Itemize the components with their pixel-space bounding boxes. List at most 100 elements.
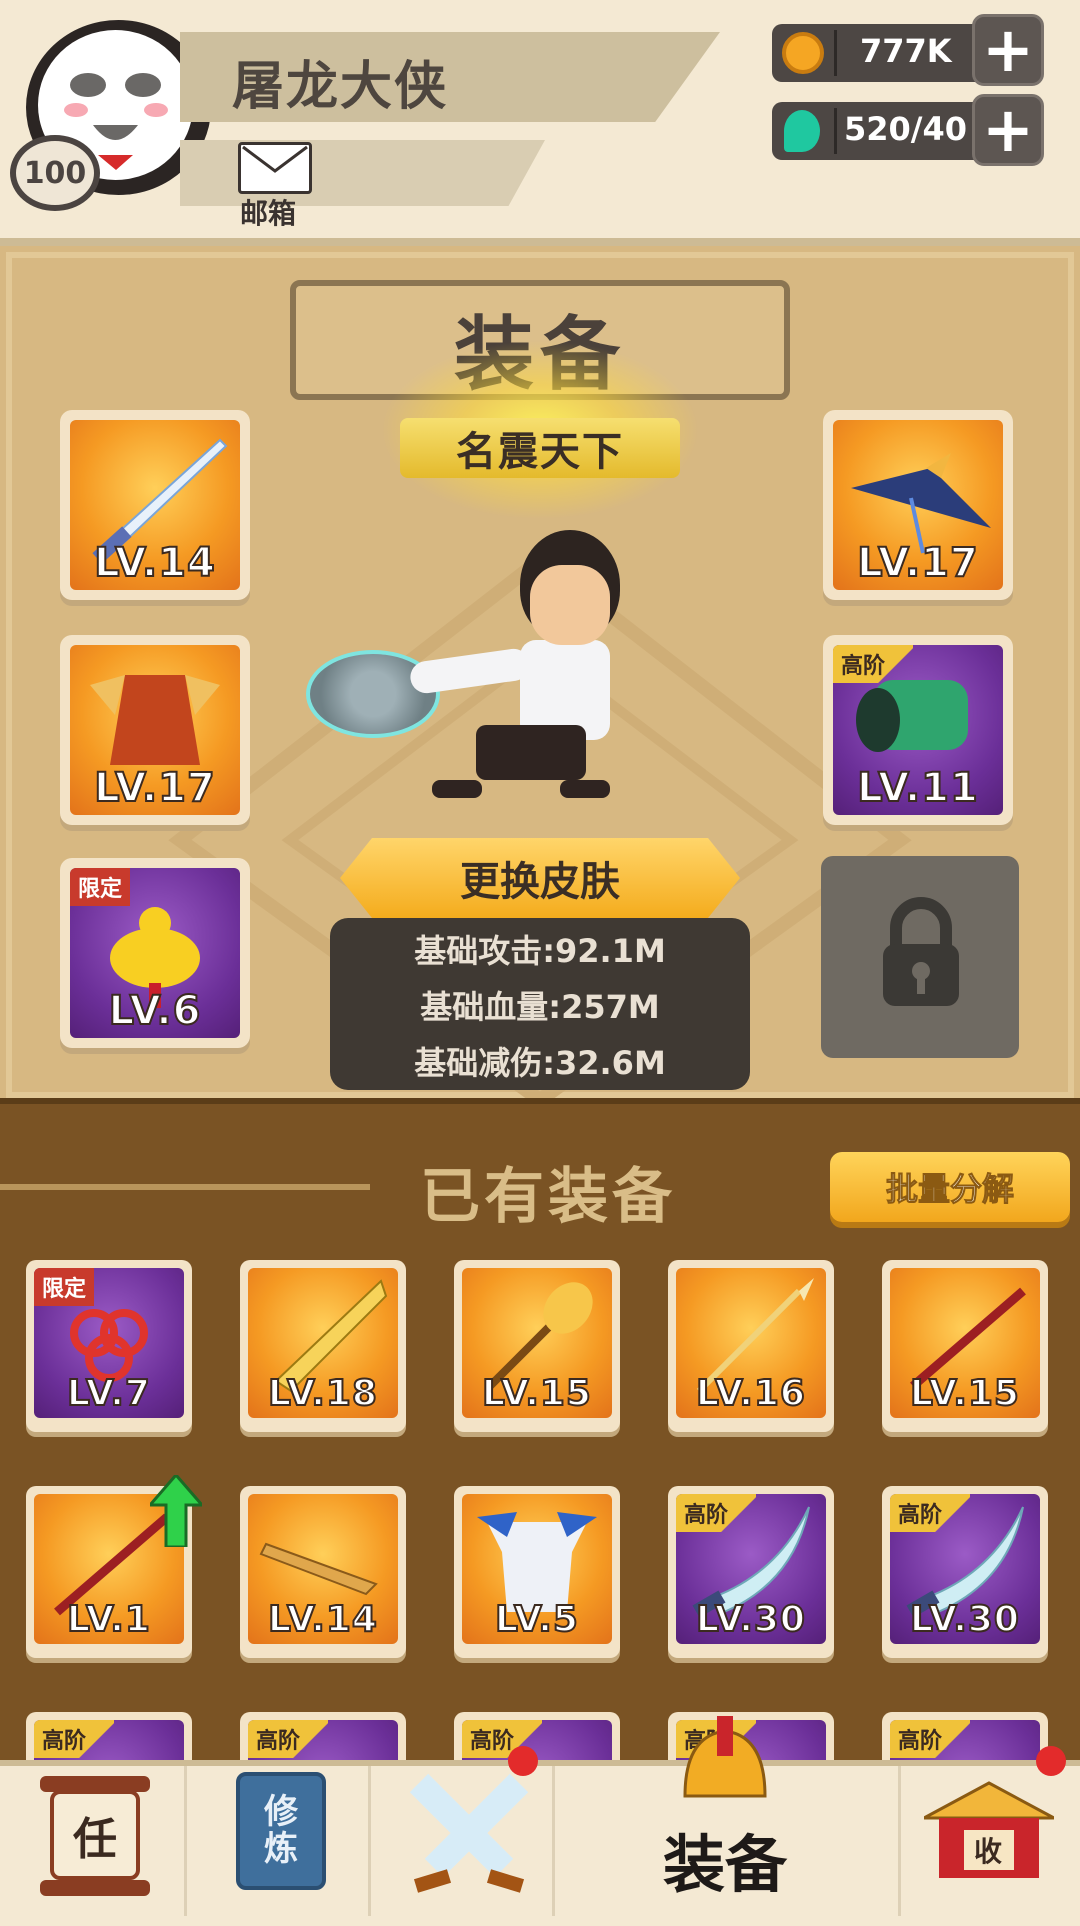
locked-slot[interactable] (821, 856, 1019, 1058)
item-level: LV.1 (66, 1598, 151, 1641)
equip-slot-armor[interactable]: LV.17 (60, 635, 250, 825)
notification-dot (1036, 1746, 1066, 1776)
scroll-rod-icon (40, 1880, 150, 1896)
base-stats-box: 基础攻击:92.1M 基础血量:257M 基础减伤:32.6M (330, 918, 750, 1090)
slot-background: 高阶 LV.11 (833, 645, 1003, 815)
advanced-tag: 高阶 (34, 1720, 114, 1758)
slot-background: LV.15 (890, 1268, 1040, 1418)
nav-equip-label: 装备 (662, 1828, 787, 1901)
owned-item[interactable]: 高阶 LV.30 (668, 1486, 834, 1658)
upgrade-arrow-icon (150, 1475, 202, 1547)
advanced-tag: 高阶 (890, 1494, 970, 1532)
add-coins-button[interactable]: + (972, 14, 1044, 86)
advanced-tag: 高阶 (890, 1720, 970, 1758)
owned-item[interactable]: LV.5 (454, 1486, 620, 1658)
gem-icon (784, 110, 820, 152)
item-level: LV.18 (267, 1372, 378, 1415)
slot-level: LV.14 (93, 539, 216, 587)
hat-icon (851, 453, 991, 554)
equip-slot-bracer[interactable]: 高阶 LV.11 (823, 635, 1013, 825)
coin-amount: 777K (860, 32, 952, 70)
mail-label[interactable]: 邮箱 (240, 192, 296, 232)
slot-level: LV.17 (93, 764, 216, 812)
nav-equip-button[interactable]: 装备 (640, 1716, 810, 1916)
slot-background: LV.5 (462, 1494, 612, 1644)
advanced-tag: 高阶 (248, 1720, 328, 1758)
character-foot-right (560, 780, 610, 798)
slot-level: LV.17 (856, 539, 979, 587)
base-hp-stat: 基础血量:257M (420, 988, 660, 1026)
mail-plate (180, 140, 545, 206)
book-cultivate-icon: 修 炼 (236, 1772, 326, 1890)
player-name: 屠龙大侠 (232, 57, 449, 117)
owned-item[interactable]: LV.16 (668, 1260, 834, 1432)
slot-background: LV.14 (70, 420, 240, 590)
slot-background: LV.17 (833, 420, 1003, 590)
lock-icon (883, 897, 959, 1006)
coin-icon (782, 32, 824, 74)
item-level: LV.16 (695, 1372, 806, 1415)
change-skin-button[interactable]: 更换皮肤 (340, 838, 740, 918)
limited-tag: 限定 (34, 1268, 95, 1306)
equip-slot-weapon[interactable]: LV.14 (60, 410, 250, 600)
item-level: LV.30 (909, 1598, 1020, 1641)
collect-glyph: 收 (974, 1835, 1003, 1868)
item-level: LV.15 (909, 1372, 1020, 1415)
owned-item[interactable]: LV.14 (240, 1486, 406, 1658)
slot-background: LV.15 (462, 1268, 612, 1418)
slot-background: 高阶 LV.30 (890, 1494, 1040, 1644)
add-gems-button[interactable]: + (972, 94, 1044, 166)
base-attack-stat: 基础攻击:92.1M (414, 932, 666, 970)
nav-separator (368, 1766, 371, 1916)
base-reduction-stat: 基础减伤:32.6M (414, 1044, 666, 1082)
slot-background: LV.14 (248, 1494, 398, 1644)
owned-item[interactable]: 高阶 LV.30 (882, 1486, 1048, 1658)
nav-battle-button[interactable] (404, 1768, 534, 1908)
coin-divider (834, 30, 837, 76)
owned-item[interactable]: LV.15 (882, 1260, 1048, 1432)
player-level-badge: 100 (10, 135, 100, 211)
item-level: LV.7 (66, 1372, 151, 1415)
slot-background: LV.16 (676, 1268, 826, 1418)
character-foot-left (432, 780, 482, 798)
slot-background: LV.17 (70, 645, 240, 815)
key-blade-icon (259, 1542, 378, 1596)
helmet-icon (683, 1716, 767, 1798)
slot-level: LV.6 (108, 987, 202, 1035)
nav-separator (898, 1766, 901, 1916)
limited-tag: 限定 (70, 868, 131, 906)
nav-cultivate-button[interactable]: 修 炼 (232, 1768, 332, 1908)
owned-item[interactable]: LV.18 (240, 1260, 406, 1432)
character-shorts (476, 725, 586, 780)
slot-background: 限定 LV.6 (70, 868, 240, 1038)
slot-background: 限定 LV.7 (34, 1268, 184, 1418)
nav-separator (552, 1766, 555, 1916)
equip-slot-hat[interactable]: LV.17 (823, 410, 1013, 600)
nav-tasks-button[interactable]: 任 (40, 1768, 150, 1908)
rank-title-banner: 名震天下 (400, 418, 680, 478)
title-line (0, 1184, 370, 1190)
item-level: LV.30 (695, 1598, 806, 1641)
gem-amount: 520/40 (844, 110, 968, 148)
notification-dot (508, 1746, 538, 1776)
batch-decompose-button[interactable]: 批量分解 (830, 1152, 1070, 1222)
advanced-tag: 高阶 (833, 645, 913, 683)
slot-level: LV.11 (856, 764, 979, 812)
crossed-swords-icon (409, 1773, 529, 1893)
character-face (530, 565, 610, 645)
item-level: LV.15 (481, 1372, 592, 1415)
advanced-tag: 高阶 (676, 1494, 756, 1532)
mail-icon[interactable] (238, 142, 312, 194)
bottom-nav (0, 1760, 1080, 1926)
owned-item[interactable]: 限定 LV.7 (26, 1260, 192, 1432)
item-level: LV.5 (494, 1598, 579, 1641)
owned-item[interactable]: LV.15 (454, 1260, 620, 1432)
slot-background: LV.18 (248, 1268, 398, 1418)
scroll-tasks-icon: 任 (50, 1790, 140, 1880)
item-level: LV.14 (267, 1598, 378, 1641)
owned-title: 已有装备 (420, 1162, 676, 1232)
nav-collect-button[interactable]: 收 (924, 1768, 1054, 1908)
nav-separator (184, 1766, 187, 1916)
equip-slot-accessory[interactable]: 限定 LV.6 (60, 858, 250, 1048)
slot-background: 高阶 LV.30 (676, 1494, 826, 1644)
